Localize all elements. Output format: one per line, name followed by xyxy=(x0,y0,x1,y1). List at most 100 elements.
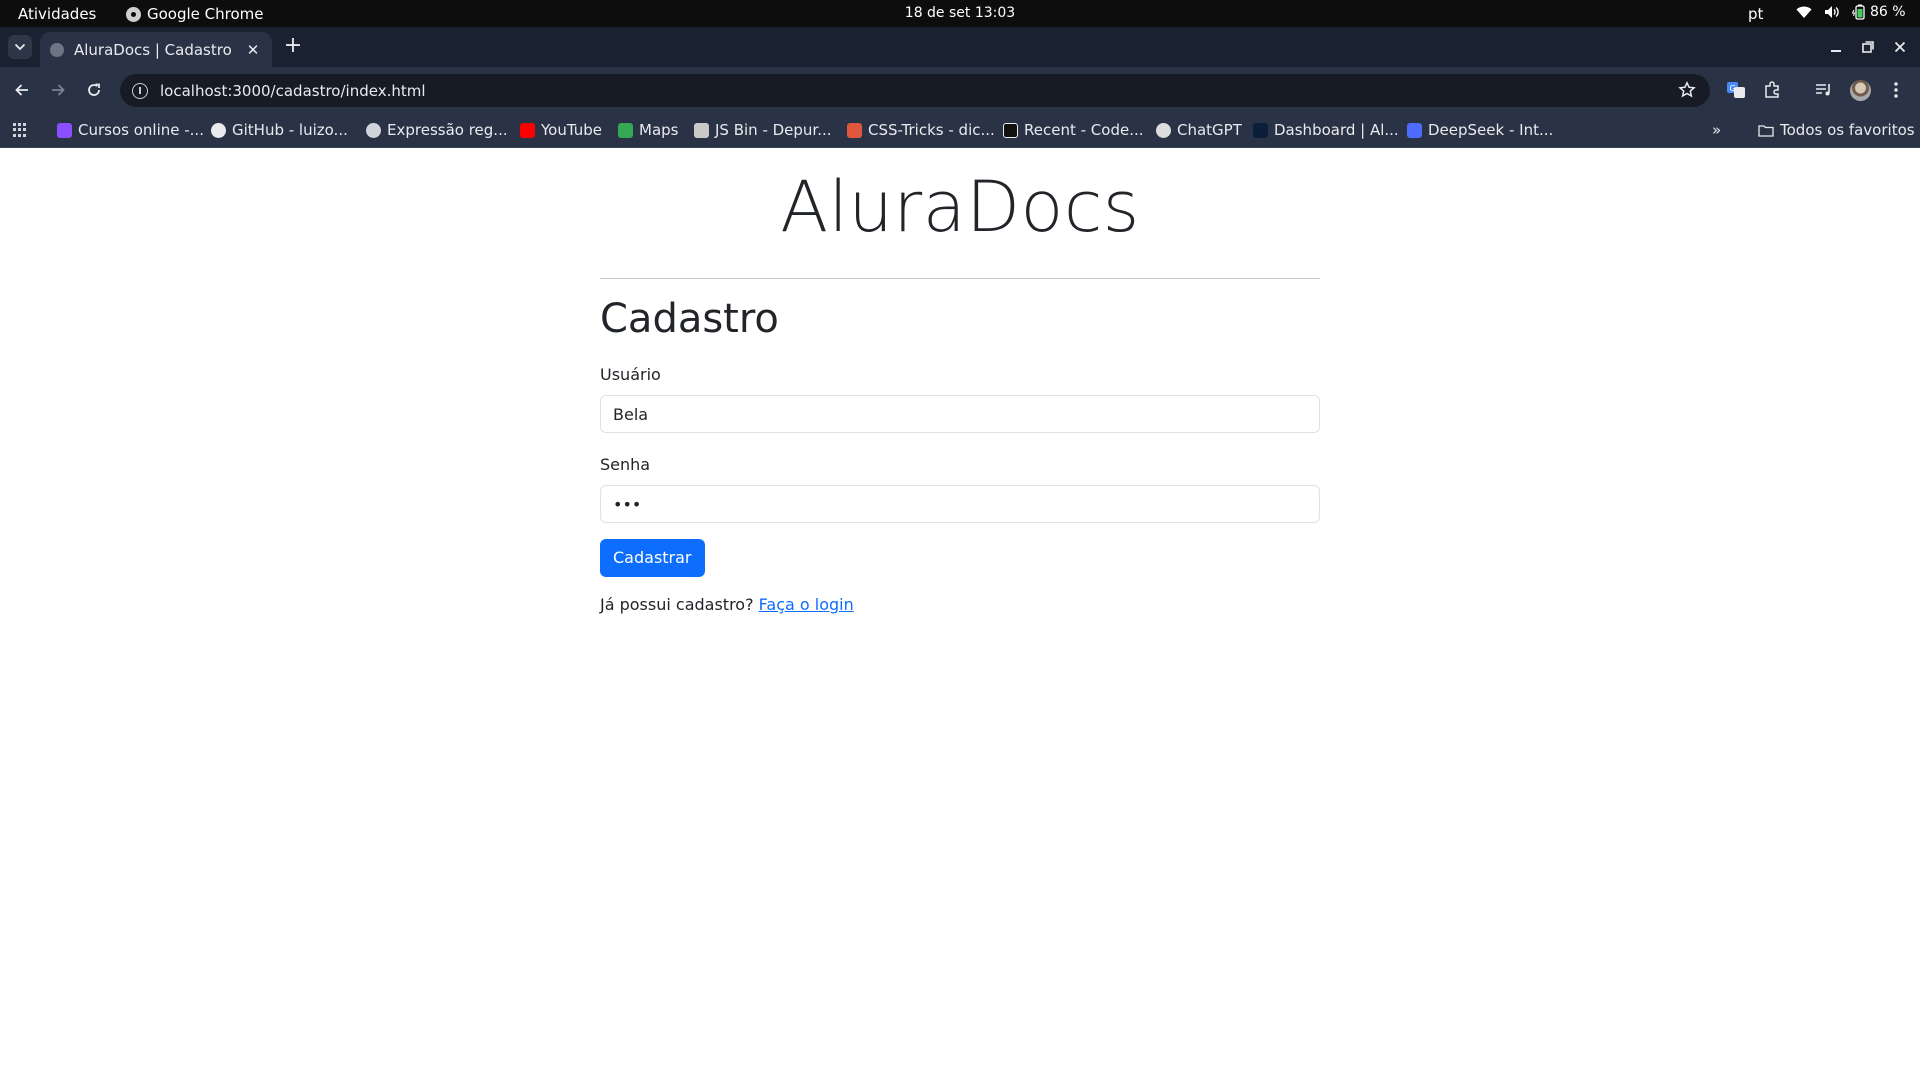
bookmark-item[interactable]: Cursos online -... xyxy=(57,121,204,139)
bookmark-item[interactable]: JS Bin - Depur... xyxy=(694,121,832,139)
translate-icon: G xyxy=(1727,82,1745,98)
battery-indicator: 86 % xyxy=(1852,4,1906,20)
restore-icon xyxy=(1862,41,1874,53)
username-label: Usuário xyxy=(600,365,661,384)
globe-favicon-icon xyxy=(50,42,64,57)
site-info-icon[interactable] xyxy=(132,82,148,99)
puzzle-icon xyxy=(1765,81,1779,98)
tab-search-button[interactable] xyxy=(8,35,32,59)
bookmark-item[interactable]: Expressão reg... xyxy=(366,121,508,139)
folder-icon xyxy=(1758,124,1774,137)
apps-grid-icon[interactable] xyxy=(13,123,27,137)
signup-container: AluraDocs Cadastro Usuário Senha Cadastr… xyxy=(600,148,1320,614)
tab-title: AluraDocs | Cadastro xyxy=(74,40,232,59)
system-top-bar: Atividades Google Chrome 18 de set 13:03… xyxy=(0,0,1920,27)
bookmark-label: Maps xyxy=(639,121,679,139)
wifi-icon xyxy=(1796,5,1812,19)
bookmark-label: CSS-Tricks - dic... xyxy=(868,121,995,139)
translate-button[interactable]: G xyxy=(1724,78,1748,102)
signup-form: Usuário Senha Cadastrar xyxy=(600,365,1320,577)
bookmark-label: DeepSeek - Int... xyxy=(1428,121,1554,139)
bookmarks-bar: Cursos online -... GitHub - luizo... Expre… xyxy=(0,113,1920,148)
browser-toolbar: localhost:3000/cadastro/index.html G xyxy=(0,67,1920,113)
bookmark-label: JS Bin - Depur... xyxy=(715,121,832,139)
chevron-down-icon xyxy=(14,43,26,51)
close-window-button[interactable] xyxy=(1890,37,1910,57)
arrow-right-icon xyxy=(52,84,65,96)
bookmark-star-icon[interactable] xyxy=(1678,81,1696,103)
maps-icon xyxy=(618,122,633,138)
divider xyxy=(600,278,1320,279)
tab-active[interactable]: AluraDocs | Cadastro ✕ xyxy=(40,32,272,67)
all-bookmarks-label: Todos os favoritos xyxy=(1780,121,1915,139)
more-bookmarks-chevron-icon[interactable]: » xyxy=(1712,121,1721,139)
volume-icon xyxy=(1824,5,1840,19)
bookmark-label: YouTube xyxy=(541,121,602,139)
language-indicator[interactable]: pt xyxy=(1748,5,1763,23)
address-bar[interactable]: localhost:3000/cadastro/index.html xyxy=(120,74,1710,107)
bookmark-label: ChatGPT xyxy=(1177,121,1242,139)
github-icon xyxy=(211,122,226,138)
queue-music-icon xyxy=(1816,84,1830,96)
url-text[interactable]: localhost:3000/cadastro/index.html xyxy=(160,82,426,100)
bookmark-item[interactable]: DeepSeek - Int... xyxy=(1407,121,1553,139)
clock[interactable]: 18 de set 13:03 xyxy=(905,5,1015,21)
password-label: Senha xyxy=(600,455,651,474)
system-tray[interactable]: 86 % xyxy=(1796,4,1906,20)
app-name: Google Chrome xyxy=(147,5,264,23)
codepen-icon xyxy=(1003,122,1018,138)
bookmark-label: Expressão reg... xyxy=(387,121,508,139)
new-tab-button[interactable]: + xyxy=(282,35,304,58)
clock-container: 18 de set 13:03 xyxy=(0,5,1920,21)
restore-button[interactable] xyxy=(1858,37,1878,57)
login-prompt: Já possui cadastro? xyxy=(600,595,754,614)
all-bookmarks-button[interactable]: Todos os favoritos xyxy=(1758,121,1915,139)
chrome-menu-button[interactable] xyxy=(1884,78,1908,102)
avatar xyxy=(1849,79,1871,101)
alura-dashboard-icon xyxy=(1253,122,1268,138)
forward-button[interactable] xyxy=(46,78,70,102)
bookmark-item[interactable]: Maps xyxy=(618,121,678,139)
page-title: Cadastro xyxy=(600,296,779,342)
youtube-icon xyxy=(520,122,535,138)
login-link[interactable]: Faça o login xyxy=(759,595,854,614)
bookmark-item[interactable]: ChatGPT xyxy=(1156,121,1242,139)
extensions-button[interactable] xyxy=(1760,78,1784,102)
bookmark-label: Dashboard | Al... xyxy=(1274,121,1399,139)
username-input[interactable] xyxy=(600,395,1320,433)
signup-button[interactable]: Cadastrar xyxy=(600,539,705,577)
alura-icon xyxy=(57,122,72,138)
back-button[interactable] xyxy=(10,78,34,102)
login-prompt-line: Já possui cadastro? Faça o login xyxy=(600,595,1320,614)
bookmark-item[interactable]: YouTube xyxy=(520,121,602,139)
password-input[interactable] xyxy=(600,485,1320,523)
minimize-icon xyxy=(1831,50,1841,52)
close-icon xyxy=(1894,41,1906,53)
reload-button[interactable] xyxy=(82,78,106,102)
profile-button[interactable] xyxy=(1848,78,1872,102)
minimize-button[interactable] xyxy=(1826,37,1846,57)
battery-percent: 86 % xyxy=(1870,4,1906,20)
kebab-menu-icon xyxy=(1894,82,1898,98)
bookmark-label: GitHub - luizo... xyxy=(232,121,348,139)
bookmark-item[interactable]: Dashboard | Al... xyxy=(1253,121,1399,139)
arrow-left-icon xyxy=(15,84,28,96)
bookmark-item[interactable]: CSS-Tricks - dic... xyxy=(847,121,995,139)
bookmark-label: Cursos online -... xyxy=(78,121,204,139)
bookmark-label: Recent - Code... xyxy=(1024,121,1144,139)
media-control-button[interactable] xyxy=(1812,78,1836,102)
battery-icon xyxy=(1852,4,1865,20)
svg-text:G: G xyxy=(1730,84,1736,93)
page-viewport: AluraDocs Cadastro Usuário Senha Cadastr… xyxy=(0,148,1920,1080)
app-menu[interactable]: Google Chrome xyxy=(126,5,264,23)
bookmark-item[interactable]: GitHub - luizo... xyxy=(211,121,348,139)
css-tricks-icon xyxy=(847,122,862,138)
reload-icon xyxy=(88,83,100,96)
activities-button[interactable]: Atividades xyxy=(18,5,96,23)
globe-icon xyxy=(366,122,381,138)
jsbin-icon xyxy=(694,122,709,138)
brand-title: AluraDocs xyxy=(780,166,1140,248)
tab-close-icon[interactable]: ✕ xyxy=(244,41,262,59)
bookmark-item[interactable]: Recent - Code... xyxy=(1003,121,1144,139)
deepseek-icon xyxy=(1407,122,1422,138)
